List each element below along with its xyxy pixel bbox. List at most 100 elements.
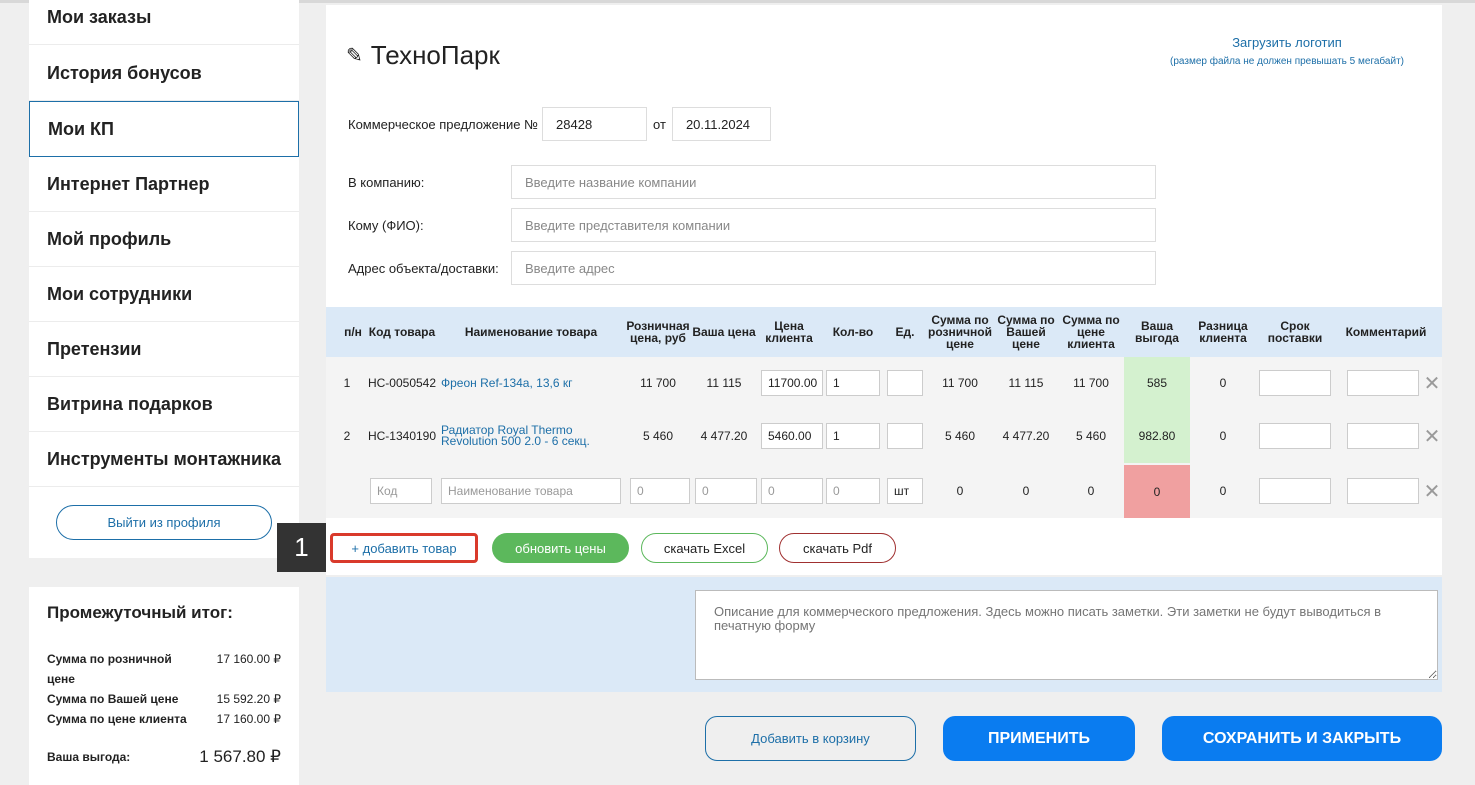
row-qty-input[interactable]: 1: [826, 423, 880, 449]
new-row-sum-retail: 0: [956, 484, 964, 498]
sidebar-item-label: Витрина подарков: [47, 393, 213, 414]
pencil-icon[interactable]: ✎: [346, 43, 363, 68]
sidebar-item-employees[interactable]: Мои сотрудники: [29, 267, 299, 322]
sidebar-item-label: Мои заказы: [47, 6, 152, 27]
row-unit-input[interactable]: [887, 370, 923, 396]
row-number: 2: [343, 429, 351, 443]
sidebar-item-gifts[interactable]: Витрина подарков: [29, 377, 299, 432]
new-row-comment-input[interactable]: [1347, 478, 1419, 504]
new-row-benefit: 0: [1124, 465, 1190, 518]
upload-logo-hint: (размер файла не должен превышать 5 мега…: [1170, 56, 1404, 67]
new-row-your-input[interactable]: 0: [695, 478, 757, 504]
new-row-retail-input[interactable]: 0: [630, 478, 690, 504]
new-row-delivery-input[interactable]: [1259, 478, 1331, 504]
row-sum-your: 11 115: [1008, 376, 1044, 390]
page-title-text: ТехноПарк: [370, 40, 500, 70]
subtotal-row: Сумма по Вашей цене 15 592.20 ₽: [47, 689, 281, 709]
offer-date-input[interactable]: 20.11.2024: [671, 107, 771, 141]
add-to-cart-button[interactable]: Добавить в корзину: [705, 716, 916, 761]
company-input[interactable]: [511, 165, 1156, 199]
description-panel: [326, 577, 1442, 692]
benefit-label: Ваша выгода:: [47, 750, 131, 764]
remove-row-icon[interactable]: ✕: [1424, 373, 1441, 395]
sidebar: Мои заказы История бонусов Мои КП Интерн…: [29, 0, 299, 558]
col-header-benefit: Ваша выгода: [1135, 319, 1179, 345]
remove-row-icon[interactable]: ✕: [1424, 481, 1441, 503]
sidebar-item-claims[interactable]: Претензии: [29, 322, 299, 377]
page-title[interactable]: ✎ ТехноПарк: [346, 40, 500, 71]
new-row-client-input[interactable]: 0: [761, 478, 823, 504]
new-row-sum-client: 0: [1087, 484, 1095, 498]
logout-button[interactable]: Выйти из профиля: [56, 505, 272, 540]
upload-logo-link[interactable]: Загрузить логотип: [1170, 35, 1404, 50]
sidebar-item-internet-partner[interactable]: Интернет Партнер: [29, 157, 299, 212]
row-diff: 0: [1219, 429, 1227, 443]
sidebar-item-label: Мои КП: [48, 118, 114, 139]
row-delivery-input[interactable]: [1259, 370, 1331, 396]
row-number: 1: [343, 376, 351, 390]
row-your-price: 4 477.20: [700, 429, 748, 443]
download-excel-button[interactable]: скачать Excel: [641, 533, 768, 563]
offer-row: Коммерческое предложение № 28428 от 20.1…: [348, 107, 771, 141]
add-item-button[interactable]: + добавить товар: [330, 533, 478, 563]
sidebar-item-label: Мой профиль: [47, 228, 172, 249]
col-header-comment: Комментарий: [1345, 325, 1427, 339]
col-header-diff: Разница клиента: [1198, 319, 1248, 345]
row-qty-input[interactable]: 1: [826, 370, 880, 396]
address-label: Адрес объекта/доставки:: [348, 260, 499, 276]
new-row-name-input[interactable]: Наименование товара: [441, 478, 621, 504]
apply-button[interactable]: ПРИМЕНИТЬ: [943, 716, 1135, 761]
sidebar-item-label: История бонусов: [47, 62, 202, 83]
col-header-name: Наименование товара: [464, 325, 598, 339]
row-comment-input[interactable]: [1347, 370, 1419, 396]
offer-from-label: от: [653, 116, 666, 132]
subtotal-title: Промежуточный итог:: [47, 603, 233, 622]
row-sum-client: 5 460: [1075, 429, 1107, 443]
new-row-qty-input[interactable]: 0: [826, 478, 880, 504]
subtotal-label: Сумма по цене клиента: [47, 712, 187, 726]
items-table-body: 1 НС-0050542 Фреон Ref-134a, 13,6 кг 11 …: [326, 357, 1442, 518]
row-sum-retail: 11 700: [942, 376, 978, 390]
sidebar-item-orders[interactable]: Мои заказы: [29, 0, 299, 45]
row-sum-retail: 5 460: [944, 429, 976, 443]
row-unit-input[interactable]: [887, 423, 923, 449]
row-benefit: 585: [1124, 357, 1190, 409]
address-input[interactable]: [511, 251, 1156, 285]
sidebar-item-bonus-history[interactable]: История бонусов: [29, 46, 299, 101]
col-header-qty: Кол-во: [832, 325, 874, 339]
row-product-link[interactable]: Фреон Ref-134a, 13,6 кг: [441, 370, 621, 396]
remove-row-icon[interactable]: ✕: [1424, 426, 1441, 448]
download-pdf-button[interactable]: скачать Pdf: [779, 533, 896, 563]
step-marker: 1: [277, 523, 326, 572]
col-header-client-price: Цена клиента: [765, 319, 813, 345]
subtotal-benefit: Ваша выгода: 1 567.80 ₽: [47, 747, 281, 767]
row-comment-input[interactable]: [1347, 423, 1419, 449]
subtotal-label: Сумма по розничной цене: [47, 652, 172, 686]
sidebar-item-profile[interactable]: Мой профиль: [29, 212, 299, 267]
items-table-header: п/н Код товара Наименование товара Розни…: [326, 307, 1442, 357]
subtotal-row: Сумма по цене клиента 17 160.00 ₽: [47, 709, 281, 729]
description-textarea[interactable]: [695, 590, 1438, 680]
save-close-button[interactable]: СОХРАНИТЬ И ЗАКРЫТЬ: [1162, 716, 1442, 761]
sidebar-item-my-kp[interactable]: Мои КП: [29, 101, 299, 157]
new-row-code-input[interactable]: Код: [370, 478, 432, 504]
main-panel: ✎ ТехноПарк Загрузить логотип (размер фа…: [326, 5, 1442, 575]
subtotal-panel: Промежуточный итог: Сумма по розничной ц…: [29, 587, 299, 785]
offer-label: Коммерческое предложение №: [348, 116, 539, 132]
offer-number-input[interactable]: 28428: [542, 107, 648, 141]
row-delivery-input[interactable]: [1259, 423, 1331, 449]
row-sum-your: 4 477.20: [1002, 429, 1050, 443]
subtotal-label: Сумма по Вашей цене: [47, 692, 179, 706]
new-row-unit-input[interactable]: шт: [887, 478, 923, 504]
new-row-diff: 0: [1219, 484, 1227, 498]
col-header-delivery: Срок поставки: [1267, 319, 1323, 345]
row-client-price-input[interactable]: 5460.00: [761, 423, 823, 449]
company-row: В компанию:: [348, 165, 1156, 199]
row-product-link[interactable]: Радиатор Royal Thermo Revolution 500 2.0…: [441, 423, 621, 449]
sidebar-item-tools[interactable]: Инструменты монтажника: [29, 432, 299, 487]
update-prices-button[interactable]: обновить цены: [492, 533, 629, 563]
recipient-input[interactable]: [511, 208, 1156, 242]
row-client-price-input[interactable]: 11700.00: [761, 370, 823, 396]
row-retail-price: 5 460: [642, 429, 674, 443]
company-label: В компанию:: [348, 174, 425, 190]
